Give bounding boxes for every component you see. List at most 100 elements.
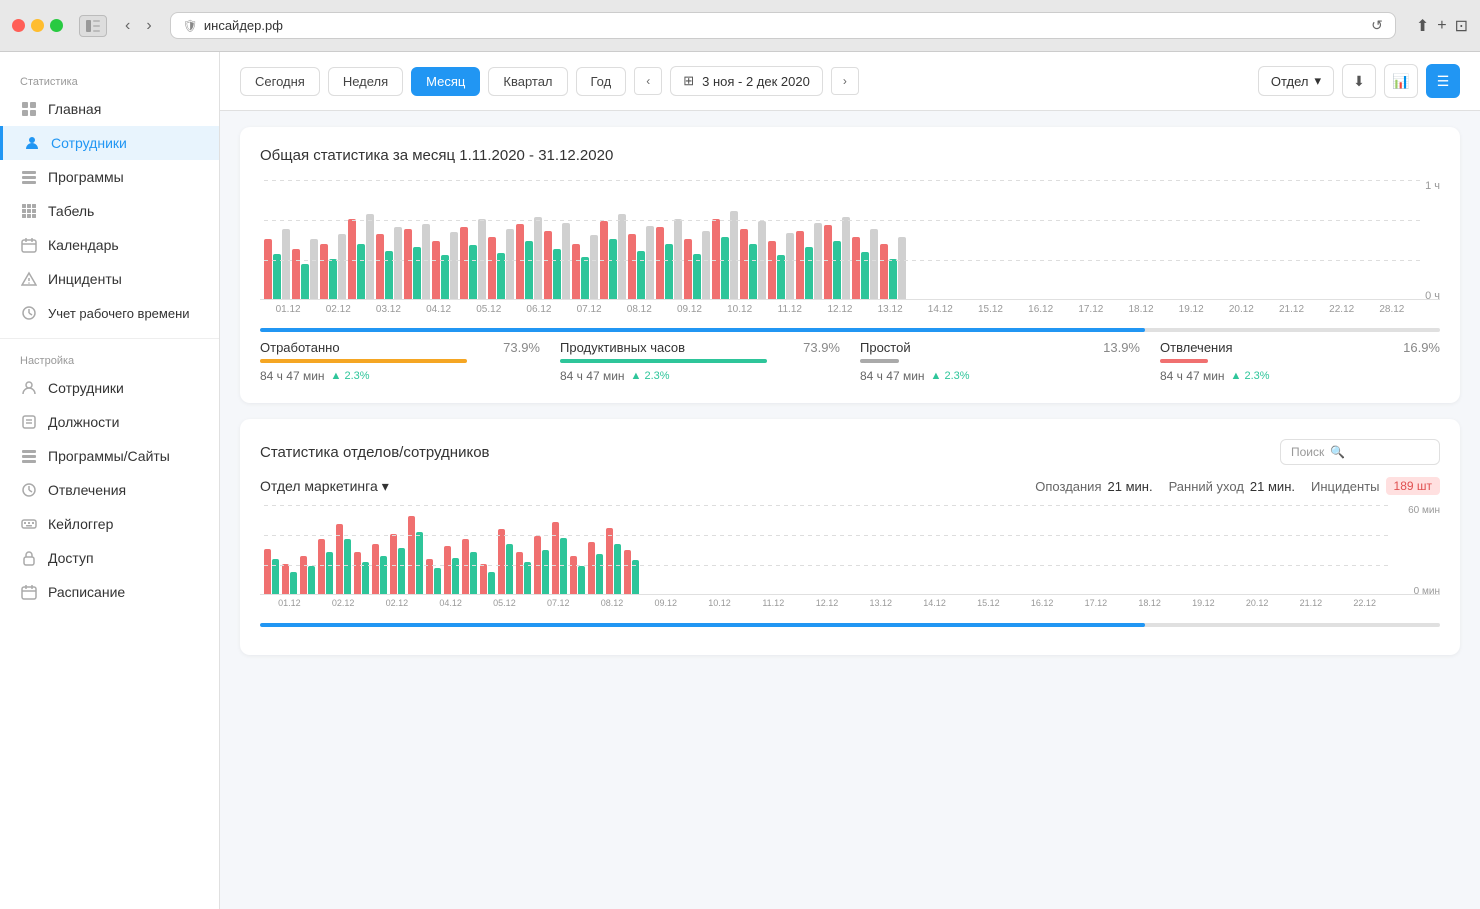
metric-distraction-bar bbox=[1160, 359, 1208, 363]
sidebar-label-calendar: Календарь bbox=[48, 237, 119, 253]
dept-stats-card: Статистика отделов/сотрудников Поиск 🔍 О… bbox=[240, 419, 1460, 655]
new-tab-button[interactable]: + bbox=[1437, 16, 1446, 36]
bar-group-7 bbox=[432, 232, 458, 299]
download-icon: ⬇ bbox=[1353, 73, 1365, 90]
metric-distraction-pct: 16.9% bbox=[1403, 340, 1440, 355]
chart-y-bottom-label: 0 ч bbox=[1425, 290, 1440, 302]
department-select[interactable]: Отдел ▾ bbox=[1258, 66, 1334, 96]
s-label-10: 11.12 bbox=[748, 598, 799, 608]
bar-group-22 bbox=[852, 229, 878, 299]
s-bar-2 bbox=[282, 564, 297, 594]
sidebar-divider bbox=[0, 338, 219, 339]
sidebar-item-employees[interactable]: Сотрудники bbox=[0, 126, 219, 160]
dept-stats-title: Статистика отделов/сотрудников bbox=[260, 444, 490, 461]
forward-button[interactable]: › bbox=[140, 15, 157, 37]
sidebar-label-employees: Сотрудники bbox=[51, 135, 127, 151]
dept-name[interactable]: Отдел маркетинга ▾ bbox=[260, 478, 420, 495]
sidebar-label-employees-s: Сотрудники bbox=[48, 380, 124, 396]
sidebar-label-keylogger: Кейлоггер bbox=[48, 516, 113, 532]
metric-idle-name: Простой bbox=[860, 340, 911, 355]
chart-x-label-11: 11.12 bbox=[766, 304, 814, 315]
address-bar[interactable]: 🛡 инсайдер.рф ↺ bbox=[170, 12, 1396, 39]
sidebar-item-timesheet[interactable]: Табель bbox=[0, 194, 219, 228]
sidebar-item-worktime[interactable]: Учет рабочего времени bbox=[0, 296, 219, 330]
bar-group-10 bbox=[516, 217, 542, 299]
chart-x-label-1: 01.12 bbox=[264, 304, 312, 315]
chart-x-label-13: 13.12 bbox=[866, 304, 914, 315]
chart-x-label-4: 04.12 bbox=[415, 304, 463, 315]
home-icon bbox=[20, 100, 38, 118]
period-btn-month[interactable]: Месяц bbox=[411, 67, 480, 96]
sidebar-label-distractions: Отвлечения bbox=[48, 482, 126, 498]
s-label-17: 18.12 bbox=[1124, 598, 1175, 608]
s-bar-21 bbox=[624, 550, 639, 594]
sidebar-label-access: Доступ bbox=[48, 550, 94, 566]
metric-worked-footer: 84 ч 47 мин 2.3% bbox=[260, 369, 540, 383]
metric-productive-pct: 73.9% bbox=[803, 340, 840, 355]
share-button[interactable]: ⬆ bbox=[1416, 16, 1429, 36]
back-button[interactable]: ‹ bbox=[119, 15, 136, 37]
dept-incidents-value: 189 шт bbox=[1386, 477, 1440, 495]
metric-distraction-footer: 84 ч 47 мин 2.3% bbox=[1160, 369, 1440, 383]
sidebar-item-schedule[interactable]: Расписание bbox=[0, 575, 219, 609]
s-bar-12 bbox=[462, 539, 477, 594]
metric-distraction-time: 84 ч 47 мин bbox=[1160, 369, 1225, 383]
period-btn-today[interactable]: Сегодня bbox=[240, 67, 320, 96]
tabs-button[interactable]: ⊡ bbox=[1455, 16, 1468, 36]
s-bar-18 bbox=[570, 556, 585, 594]
reload-button[interactable]: ↺ bbox=[1371, 17, 1383, 34]
menu-view-button[interactable]: ☰ bbox=[1426, 64, 1460, 98]
metric-productive-bar bbox=[560, 359, 767, 363]
dept-chevron-icon: ▾ bbox=[382, 478, 389, 495]
bar-group-19 bbox=[768, 233, 794, 299]
metric-worked-header: Отработанно 73.9% bbox=[260, 340, 540, 355]
chart-x-label-21: 21.12 bbox=[1267, 304, 1315, 315]
sidebar-item-distractions[interactable]: Отвлечения bbox=[0, 473, 219, 507]
download-button[interactable]: ⬇ bbox=[1342, 64, 1376, 98]
dept-incidents-label: Инциденты bbox=[1311, 479, 1380, 494]
sidebar-item-calendar[interactable]: Календарь bbox=[0, 228, 219, 262]
sidebar-toggle-button[interactable] bbox=[79, 15, 107, 37]
dept-stat-incidents: Инциденты 189 шт bbox=[1311, 477, 1440, 495]
dept-late-value: 21 мин. bbox=[1108, 479, 1153, 494]
date-range-display: ⊞ 3 ноя - 2 дек 2020 bbox=[670, 66, 823, 96]
prev-period-button[interactable]: ‹ bbox=[634, 67, 662, 95]
close-button[interactable] bbox=[12, 19, 25, 32]
sidebar-item-access[interactable]: Доступ bbox=[0, 541, 219, 575]
bar-group-9 bbox=[488, 229, 514, 299]
sidebar: Статистика Главная Сотрудники Программы … bbox=[0, 52, 220, 909]
sidebar-item-programs-sites[interactable]: Программы/Сайты bbox=[0, 439, 219, 473]
s-label-5: 05.12 bbox=[479, 598, 530, 608]
chart-x-label-3: 03.12 bbox=[364, 304, 412, 315]
dept-chart-y-bottom: 0 мин bbox=[1414, 586, 1440, 597]
chart-x-label-9: 09.12 bbox=[665, 304, 713, 315]
s-bar-3 bbox=[300, 556, 315, 594]
sidebar-item-keylogger[interactable]: Кейлоггер bbox=[0, 507, 219, 541]
s-label-12: 13.12 bbox=[855, 598, 906, 608]
sidebar-item-incidents[interactable]: Инциденты bbox=[0, 262, 219, 296]
period-btn-year[interactable]: Год bbox=[576, 67, 627, 96]
chart-x-label-10: 10.12 bbox=[716, 304, 764, 315]
main-chart-progress bbox=[260, 328, 1440, 332]
distractions-icon bbox=[20, 481, 38, 499]
person-icon bbox=[23, 134, 41, 152]
maximize-button[interactable] bbox=[50, 19, 63, 32]
keylogger-icon bbox=[20, 515, 38, 533]
chart-view-button[interactable]: 📊 bbox=[1384, 64, 1418, 98]
sidebar-item-employees-settings[interactable]: Сотрудники bbox=[0, 371, 219, 405]
s-bar-14 bbox=[498, 529, 513, 594]
sidebar-item-home[interactable]: Главная bbox=[0, 92, 219, 126]
dept-search-box[interactable]: Поиск 🔍 bbox=[1280, 439, 1440, 465]
dept-chart: 60 мин bbox=[260, 505, 1440, 615]
bar-group-13 bbox=[600, 214, 626, 299]
chart-x-label-17: 17.12 bbox=[1067, 304, 1115, 315]
next-period-button[interactable]: › bbox=[831, 67, 859, 95]
minimize-button[interactable] bbox=[31, 19, 44, 32]
period-btn-quarter[interactable]: Квартал bbox=[488, 67, 567, 96]
period-btn-week[interactable]: Неделя bbox=[328, 67, 403, 96]
metric-worked-delta: 2.3% bbox=[331, 370, 370, 382]
sidebar-item-programs[interactable]: Программы bbox=[0, 160, 219, 194]
s-label-8: 09.12 bbox=[640, 598, 691, 608]
bar-group-2 bbox=[292, 239, 318, 299]
sidebar-item-positions[interactable]: Должности bbox=[0, 405, 219, 439]
